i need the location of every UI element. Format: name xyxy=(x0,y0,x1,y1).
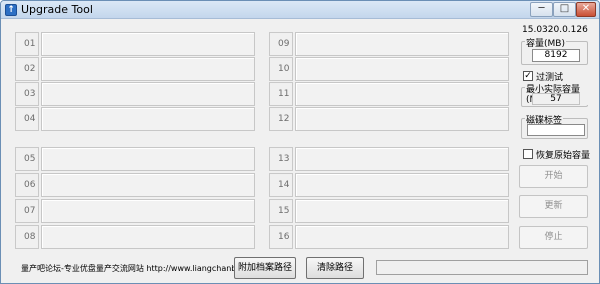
port-05-number: 05 xyxy=(15,147,39,171)
port-07-status xyxy=(41,199,255,223)
port-06-number: 06 xyxy=(15,173,39,197)
port-09-number: 09 xyxy=(269,32,293,56)
port-10-number: 10 xyxy=(269,57,293,81)
capacity-label: 容量(MB) xyxy=(525,36,566,49)
port-09-status xyxy=(295,32,509,56)
port-14-status xyxy=(295,173,509,197)
port-13-status xyxy=(295,147,509,171)
window-title: Upgrade Tool xyxy=(21,3,93,16)
port-11-number: 11 xyxy=(269,82,293,106)
port-15-number: 15 xyxy=(269,199,293,223)
port-03-number: 03 xyxy=(15,82,39,106)
min-capacity-value: 57 xyxy=(532,93,580,105)
port-02-number: 02 xyxy=(15,57,39,81)
port-01-status xyxy=(41,32,255,56)
port-08-status xyxy=(41,225,255,249)
close-button[interactable]: ✕ xyxy=(576,2,596,17)
port-16-status xyxy=(295,225,509,249)
port-04-number: 04 xyxy=(15,107,39,131)
restore-capacity-checkbox[interactable] xyxy=(523,149,533,159)
capacity-input[interactable]: 8192 xyxy=(532,49,580,62)
port-01-number: 01 xyxy=(15,32,39,56)
start-button[interactable]: 开始 xyxy=(519,165,588,188)
port-11-status xyxy=(295,82,509,106)
port-12-status xyxy=(295,107,509,131)
port-03-status xyxy=(41,82,255,106)
port-14-number: 14 xyxy=(269,173,293,197)
disk-label-input[interactable] xyxy=(527,124,585,136)
port-06-status xyxy=(41,173,255,197)
port-04-status xyxy=(41,107,255,131)
path-status-field xyxy=(376,260,588,275)
port-07-number: 07 xyxy=(15,199,39,223)
maximize-button[interactable]: □ xyxy=(553,2,576,17)
over-test-checkbox[interactable]: ✓ xyxy=(523,71,533,81)
port-12-number: 12 xyxy=(269,107,293,131)
port-02-status xyxy=(41,57,255,81)
port-13-number: 13 xyxy=(269,147,293,171)
port-16-number: 16 xyxy=(269,225,293,249)
port-15-status xyxy=(295,199,509,223)
app-icon: ↑ xyxy=(5,4,17,16)
stop-button[interactable]: 停止 xyxy=(519,226,588,249)
title-bar[interactable]: ↑ Upgrade Tool ─ □ ✕ xyxy=(1,1,599,19)
version-label: 15.0320.0.126 xyxy=(522,25,588,35)
forum-site-text: 量产吧论坛-专业优盘量产交流网站 http://www.liangchanba.… xyxy=(21,264,264,273)
port-08-number: 08 xyxy=(15,225,39,249)
restore-capacity-label: 恢复原始容量 xyxy=(536,151,591,161)
attach-path-button[interactable]: 附加档案路径 xyxy=(234,257,296,279)
upgrade-tool-window: ↑ Upgrade Tool ─ □ ✕ 01 02 03 04 05 06 0… xyxy=(0,0,600,284)
clear-path-button[interactable]: 清除路径 xyxy=(306,257,364,279)
minimize-button[interactable]: ─ xyxy=(530,2,553,17)
port-10-status xyxy=(295,57,509,81)
update-button[interactable]: 更新 xyxy=(519,195,588,218)
port-05-status xyxy=(41,147,255,171)
